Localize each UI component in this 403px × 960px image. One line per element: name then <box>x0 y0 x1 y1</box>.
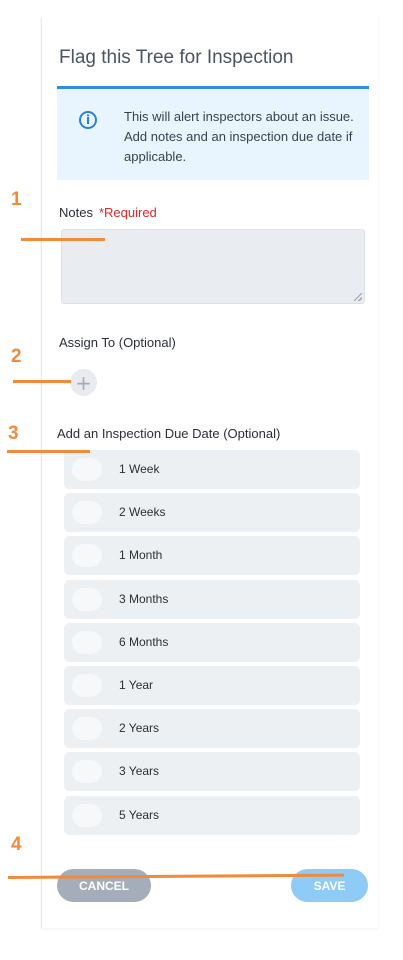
due-date-label: Add an Inspection Due Date (Optional) <box>57 426 281 441</box>
due-date-option[interactable]: 1 Week <box>64 450 360 489</box>
toggle-switch[interactable] <box>72 630 102 654</box>
toggle-switch[interactable] <box>72 760 102 784</box>
annotation-number-1: 1 <box>11 189 22 210</box>
toggle-switch[interactable] <box>72 501 102 525</box>
notes-textarea[interactable] <box>61 229 365 304</box>
annotation-number-3: 3 <box>8 423 19 444</box>
notes-label: Notes <box>59 205 93 220</box>
toggle-switch[interactable] <box>72 803 102 827</box>
toggle-switch[interactable] <box>72 458 102 481</box>
cancel-button[interactable]: CANCEL <box>57 869 151 902</box>
toggle-switch[interactable] <box>72 717 102 741</box>
due-date-option[interactable]: 3 Months <box>64 579 360 619</box>
annotation-line-3 <box>7 450 90 453</box>
toggle-switch[interactable] <box>72 587 102 611</box>
annotation-line-1 <box>21 238 105 241</box>
info-banner: i This will alert inspectors about an is… <box>57 86 369 180</box>
info-text: This will alert inspectors about an issu… <box>124 109 354 164</box>
due-date-option[interactable]: 5 Years <box>64 795 360 835</box>
due-date-option-label: 3 Months <box>119 591 169 606</box>
toggle-switch[interactable] <box>72 674 102 697</box>
annotation-number-2: 2 <box>11 346 22 367</box>
due-date-option[interactable]: 1 Year <box>64 666 360 705</box>
required-indicator: *Required <box>98 205 157 220</box>
due-date-option-label: 3 Years <box>119 764 160 779</box>
toggle-switch[interactable] <box>72 544 102 568</box>
dialog-title: Flag this Tree for Inspection <box>59 47 294 68</box>
due-date-option-label: 6 Months <box>119 634 169 649</box>
due-date-option[interactable]: 2 Weeks <box>64 493 360 533</box>
info-icon: i <box>79 111 97 129</box>
due-date-option-label: 2 Weeks <box>119 505 166 520</box>
assign-label: Assign To (Optional) <box>59 335 176 350</box>
due-date-option[interactable]: 6 Months <box>64 622 360 662</box>
add-assignee-button[interactable]: + <box>70 369 97 396</box>
due-date-option[interactable]: 3 Years <box>64 752 360 792</box>
due-date-option-label: 1 Week <box>119 462 160 476</box>
notes-label-row: Notes *Required <box>59 205 157 220</box>
annotation-line-2 <box>13 380 71 383</box>
due-date-option-label: 2 Years <box>119 721 160 736</box>
due-date-option[interactable]: 1 Month <box>64 536 360 576</box>
resize-handle-icon[interactable] <box>354 293 362 301</box>
due-date-option[interactable]: 2 Years <box>64 709 360 749</box>
due-date-option-label: 1 Year <box>119 678 154 692</box>
due-date-option-label: 5 Years <box>119 807 160 822</box>
annotation-number-4: 4 <box>11 834 22 855</box>
due-date-option-label: 1 Month <box>119 548 163 563</box>
